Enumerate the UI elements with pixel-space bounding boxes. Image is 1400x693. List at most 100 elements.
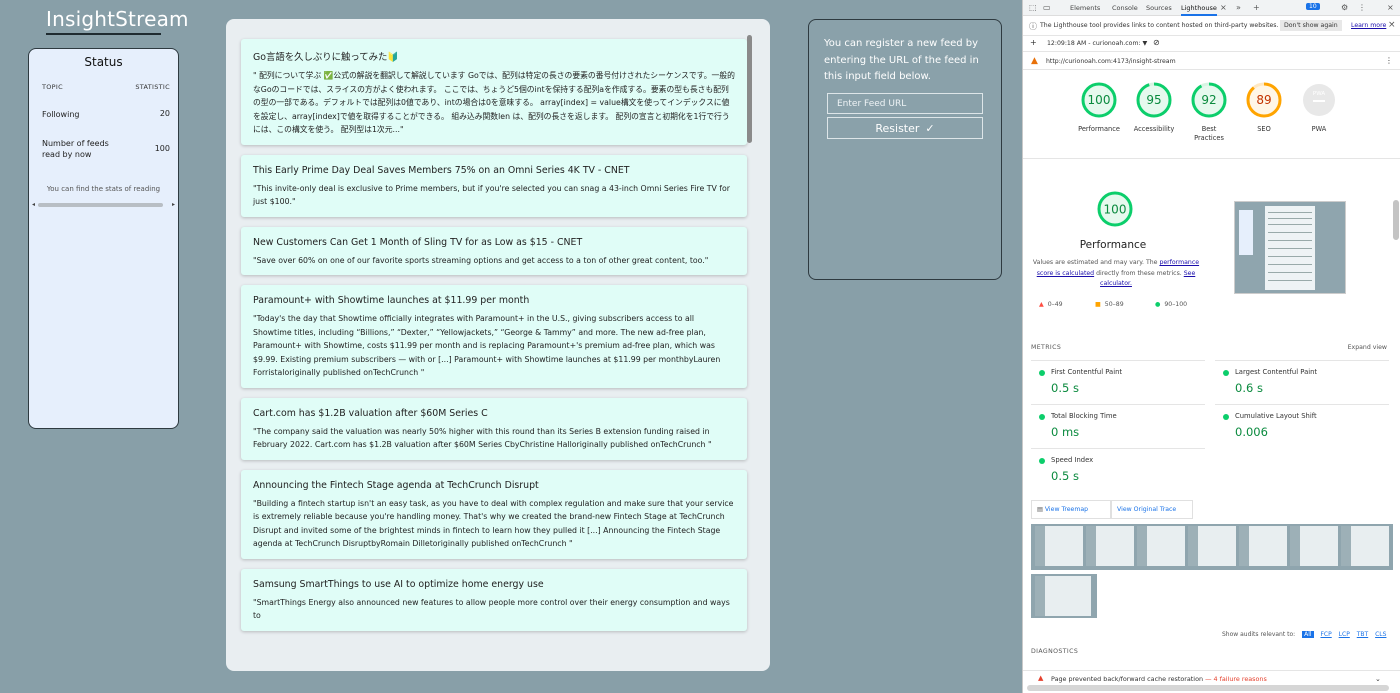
issues-badge[interactable]: 10 <box>1306 3 1320 10</box>
view-treemap-button[interactable]: ▤ View Treemap <box>1031 500 1111 519</box>
register-button[interactable]: Resister ✓ <box>827 117 983 139</box>
feed-title[interactable]: Cart.com has $1.2B valuation after $60M … <box>253 408 735 419</box>
close-devtools-icon[interactable]: × <box>1387 3 1394 12</box>
feed-url-input[interactable] <box>827 93 983 114</box>
audit-filter-label: Show audits relevant to: <box>1222 631 1296 638</box>
metric-name: Cumulative Layout Shift <box>1235 412 1317 420</box>
devtools-panel: ⬚ ▭ Elements Console Sources Lighthouse … <box>1022 0 1400 693</box>
gauge-label: PWA <box>1311 125 1327 133</box>
metric-value: 0.6 s <box>1235 381 1263 395</box>
chevron-down-icon[interactable]: ⌄ <box>1375 675 1381 683</box>
kebab-menu-icon[interactable]: ⋮ <box>1358 3 1366 12</box>
feed-title[interactable]: This Early Prime Day Deal Saves Members … <box>253 165 735 176</box>
svg-text:100: 100 <box>1088 93 1111 107</box>
filter-lcp[interactable]: LCP <box>1339 631 1350 638</box>
filmstrip-frame <box>1035 526 1083 566</box>
fail-triangle-icon: ▲ <box>1039 301 1044 308</box>
filter-fcp[interactable]: FCP <box>1320 631 1331 638</box>
lighthouse-icon: ▲ <box>1031 56 1038 66</box>
device-toolbar-icon[interactable]: ▭ <box>1043 3 1051 12</box>
register-description: You can register a new feed by entering … <box>824 38 979 82</box>
clear-icon[interactable]: ⊘ <box>1153 38 1160 47</box>
learn-more-link[interactable]: Learn more <box>1351 22 1386 29</box>
filmstrip-frame <box>1188 526 1236 566</box>
inspect-icon[interactable]: ⬚ <box>1029 3 1037 12</box>
svg-text:95: 95 <box>1146 93 1161 107</box>
gauge-label: SEO <box>1257 125 1271 133</box>
diagnostic-detail: — 4 failure reasons <box>1205 675 1267 683</box>
feed-card[interactable]: Samsung SmartThings to use AI to optimiz… <box>241 568 747 631</box>
pass-dot-icon <box>1223 414 1229 420</box>
info-text: The Lighthouse tool provides links to co… <box>1040 22 1279 29</box>
performance-description: Values are estimated and may vary. The p… <box>1031 258 1201 290</box>
scroll-left-icon[interactable]: ◂ <box>32 201 35 208</box>
feed-card[interactable]: This Early Prime Day Deal Saves Members … <box>241 154 747 217</box>
audit-filter: Show audits relevant to: All FCP LCP TBT… <box>1222 631 1386 638</box>
app-logo[interactable]: InsightStream <box>46 7 189 31</box>
feed-body: "Today's the day that Showtime officiall… <box>253 314 721 377</box>
thumb-sidebar <box>1239 210 1253 255</box>
tab-console[interactable]: Console <box>1112 4 1138 12</box>
report-bar: + 12:09:18 AM - curionoah.com: ▼ ⊘ <box>1023 37 1400 52</box>
thumb-line <box>1268 248 1312 249</box>
gauge-ring: 89 <box>1246 82 1282 118</box>
filmstrip-row-2 <box>1031 574 1097 618</box>
feed-body: "This invite-only deal is exclusive to P… <box>253 183 731 207</box>
feed-card[interactable]: Paramount+ with Showtime launches at $11… <box>241 285 747 388</box>
feed-card[interactable]: Announcing the Fintech Stage agenda at T… <box>241 469 747 559</box>
dont-show-button[interactable]: Don't show again <box>1280 20 1342 31</box>
metric-value: 0.5 s <box>1051 381 1079 395</box>
feed-title[interactable]: Paramount+ with Showtime launches at $11… <box>253 295 735 306</box>
scrollbar-thumb[interactable] <box>38 203 163 207</box>
gauge-pwa[interactable]: PWA PWA <box>1289 80 1349 134</box>
gauge-accessibility[interactable]: 95 Accessibility <box>1124 80 1184 134</box>
feed-body: "Building a fintech startup isn't an eas… <box>253 498 734 549</box>
filter-cls[interactable]: CLS <box>1375 631 1386 638</box>
metric-cls: Cumulative Layout Shift 0.006 <box>1215 404 1389 446</box>
final-screenshot-thumbnail[interactable] <box>1234 201 1346 294</box>
pwa-badge-icon: PWA <box>1303 84 1335 116</box>
feed-card[interactable]: New Customers Can Get 1 Month of Sling T… <box>241 226 747 275</box>
feed-title[interactable]: Samsung SmartThings to use AI to optimiz… <box>253 579 735 590</box>
more-tabs-icon[interactable]: » <box>1236 3 1241 12</box>
scroll-right-icon[interactable]: ▸ <box>172 201 175 208</box>
view-trace-button[interactable]: View Original Trace <box>1111 500 1193 519</box>
tab-lighthouse[interactable]: Lighthouse <box>1181 4 1217 16</box>
feed-title[interactable]: Announcing the Fintech Stage agenda at T… <box>253 480 735 491</box>
devtools-horizontal-scrollbar[interactable] <box>1027 685 1389 691</box>
tab-sources[interactable]: Sources <box>1146 4 1172 12</box>
feed-card[interactable]: Cart.com has $1.2B valuation after $60M … <box>241 397 747 460</box>
thumb-line <box>1268 224 1312 225</box>
status-scrollbar[interactable]: ◂ ▸ <box>32 201 175 209</box>
close-icon[interactable]: × <box>1388 20 1396 30</box>
thumb-line <box>1268 212 1312 213</box>
legend-range: 90–100 <box>1164 301 1188 308</box>
gauge-seo[interactable]: 89 SEO <box>1234 80 1294 134</box>
close-tab-icon[interactable]: × <box>1220 3 1227 12</box>
expand-view-toggle[interactable]: Expand view <box>1348 344 1387 351</box>
diagnostic-item[interactable]: ▲ Page prevented back/forward cache rest… <box>1023 670 1400 686</box>
metric-fcp: First Contentful Paint 0.5 s <box>1031 360 1205 402</box>
feed-title[interactable]: Go言語を久しぶりに触ってみた🔰 <box>253 49 735 63</box>
feed-card[interactable]: Go言語を久しぶりに触ってみた🔰 " 配列について学ぶ ✅公式の解説を翻訳して解… <box>241 39 747 145</box>
report-selector[interactable]: 12:09:18 AM - curionoah.com: ▼ <box>1047 40 1147 47</box>
tab-elements[interactable]: Elements <box>1070 4 1100 12</box>
gauge-performance[interactable]: 100 Performance <box>1069 80 1129 134</box>
metric-value: 0.5 s <box>1051 469 1079 483</box>
gauge-best-practices[interactable]: 92 Best Practices <box>1179 80 1239 143</box>
devtools-vertical-scrollbar[interactable] <box>1393 200 1399 240</box>
feed-title[interactable]: New Customers Can Get 1 Month of Sling T… <box>253 237 735 248</box>
filter-tbt[interactable]: TBT <box>1357 631 1368 638</box>
status-row-label: Following <box>42 110 80 119</box>
logo-underline <box>46 33 161 35</box>
filter-all[interactable]: All <box>1302 631 1314 638</box>
feed-scrollbar[interactable] <box>747 35 752 143</box>
performance-title: Performance <box>1079 239 1147 251</box>
settings-gear-icon[interactable]: ⚙ <box>1341 3 1348 12</box>
register-button-label: Resister <box>875 121 920 135</box>
add-tab-icon[interactable]: + <box>1253 3 1260 12</box>
metric-tbt: Total Blocking Time 0 ms <box>1031 404 1205 446</box>
url-menu-icon[interactable]: ⋮ <box>1385 56 1393 65</box>
report-url[interactable]: http://curionoah.com:4173/insight-stream <box>1046 58 1176 65</box>
add-report-icon[interactable]: + <box>1030 38 1037 47</box>
